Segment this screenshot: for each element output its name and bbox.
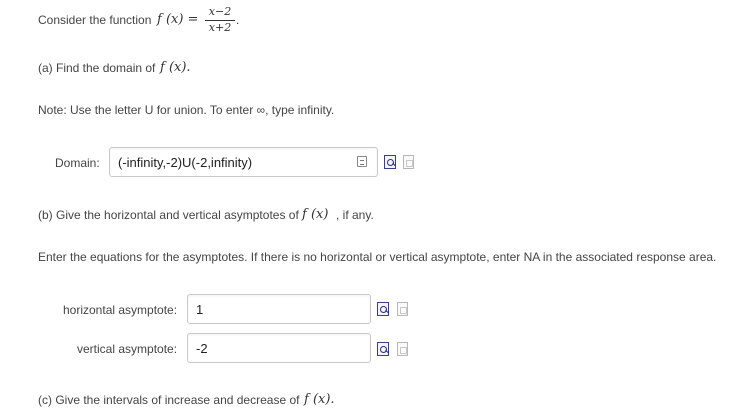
view-icon[interactable] [377,342,389,356]
view-icon[interactable] [377,302,389,316]
part-c-math: f (x). [304,392,335,407]
part-a-prompt: (a) Find the domain of [38,61,156,75]
domain-label: Domain: [55,156,100,170]
part-a-note: Note: Use the letter U for union. To ent… [38,103,335,117]
fraction-numerator: x−2 [208,5,232,18]
keyboard-icon[interactable] [357,156,367,167]
part-b-math: f (x) [302,207,329,222]
vertical-asymptote-input[interactable]: -2 [187,333,371,363]
vertical-asymptote-label: vertical asymptote: [77,342,178,356]
pdf-icon[interactable] [397,302,408,316]
function-lhs: f (x) = [157,12,199,27]
part-a-math: f (x). [160,60,191,75]
pdf-icon[interactable] [397,342,408,356]
horizontal-asymptote-input[interactable]: 1 [187,294,371,324]
domain-input-value: (-infinity,-2)U(-2,infinity) [118,155,253,170]
horizontal-asymptote-label: horizontal asymptote: [63,303,178,317]
pdf-icon[interactable] [403,155,414,169]
vertical-asymptote-value: -2 [196,341,208,356]
intro-text: Consider the function [38,13,152,27]
part-c-prompt: (c) Give the intervals of increase and d… [38,393,300,407]
part-b-suffix: , if any. [336,208,374,222]
view-icon[interactable] [384,155,396,169]
part-b-prompt: (b) Give the horizontal and vertical asy… [38,208,299,222]
intro-suffix: . [236,13,240,27]
domain-input[interactable]: (-infinity,-2)U(-2,infinity) [109,147,378,177]
fraction-denominator: x+2 [208,21,232,34]
part-b-instructions: Enter the equations for the asymptotes. … [38,250,717,264]
horizontal-asymptote-value: 1 [196,302,204,317]
